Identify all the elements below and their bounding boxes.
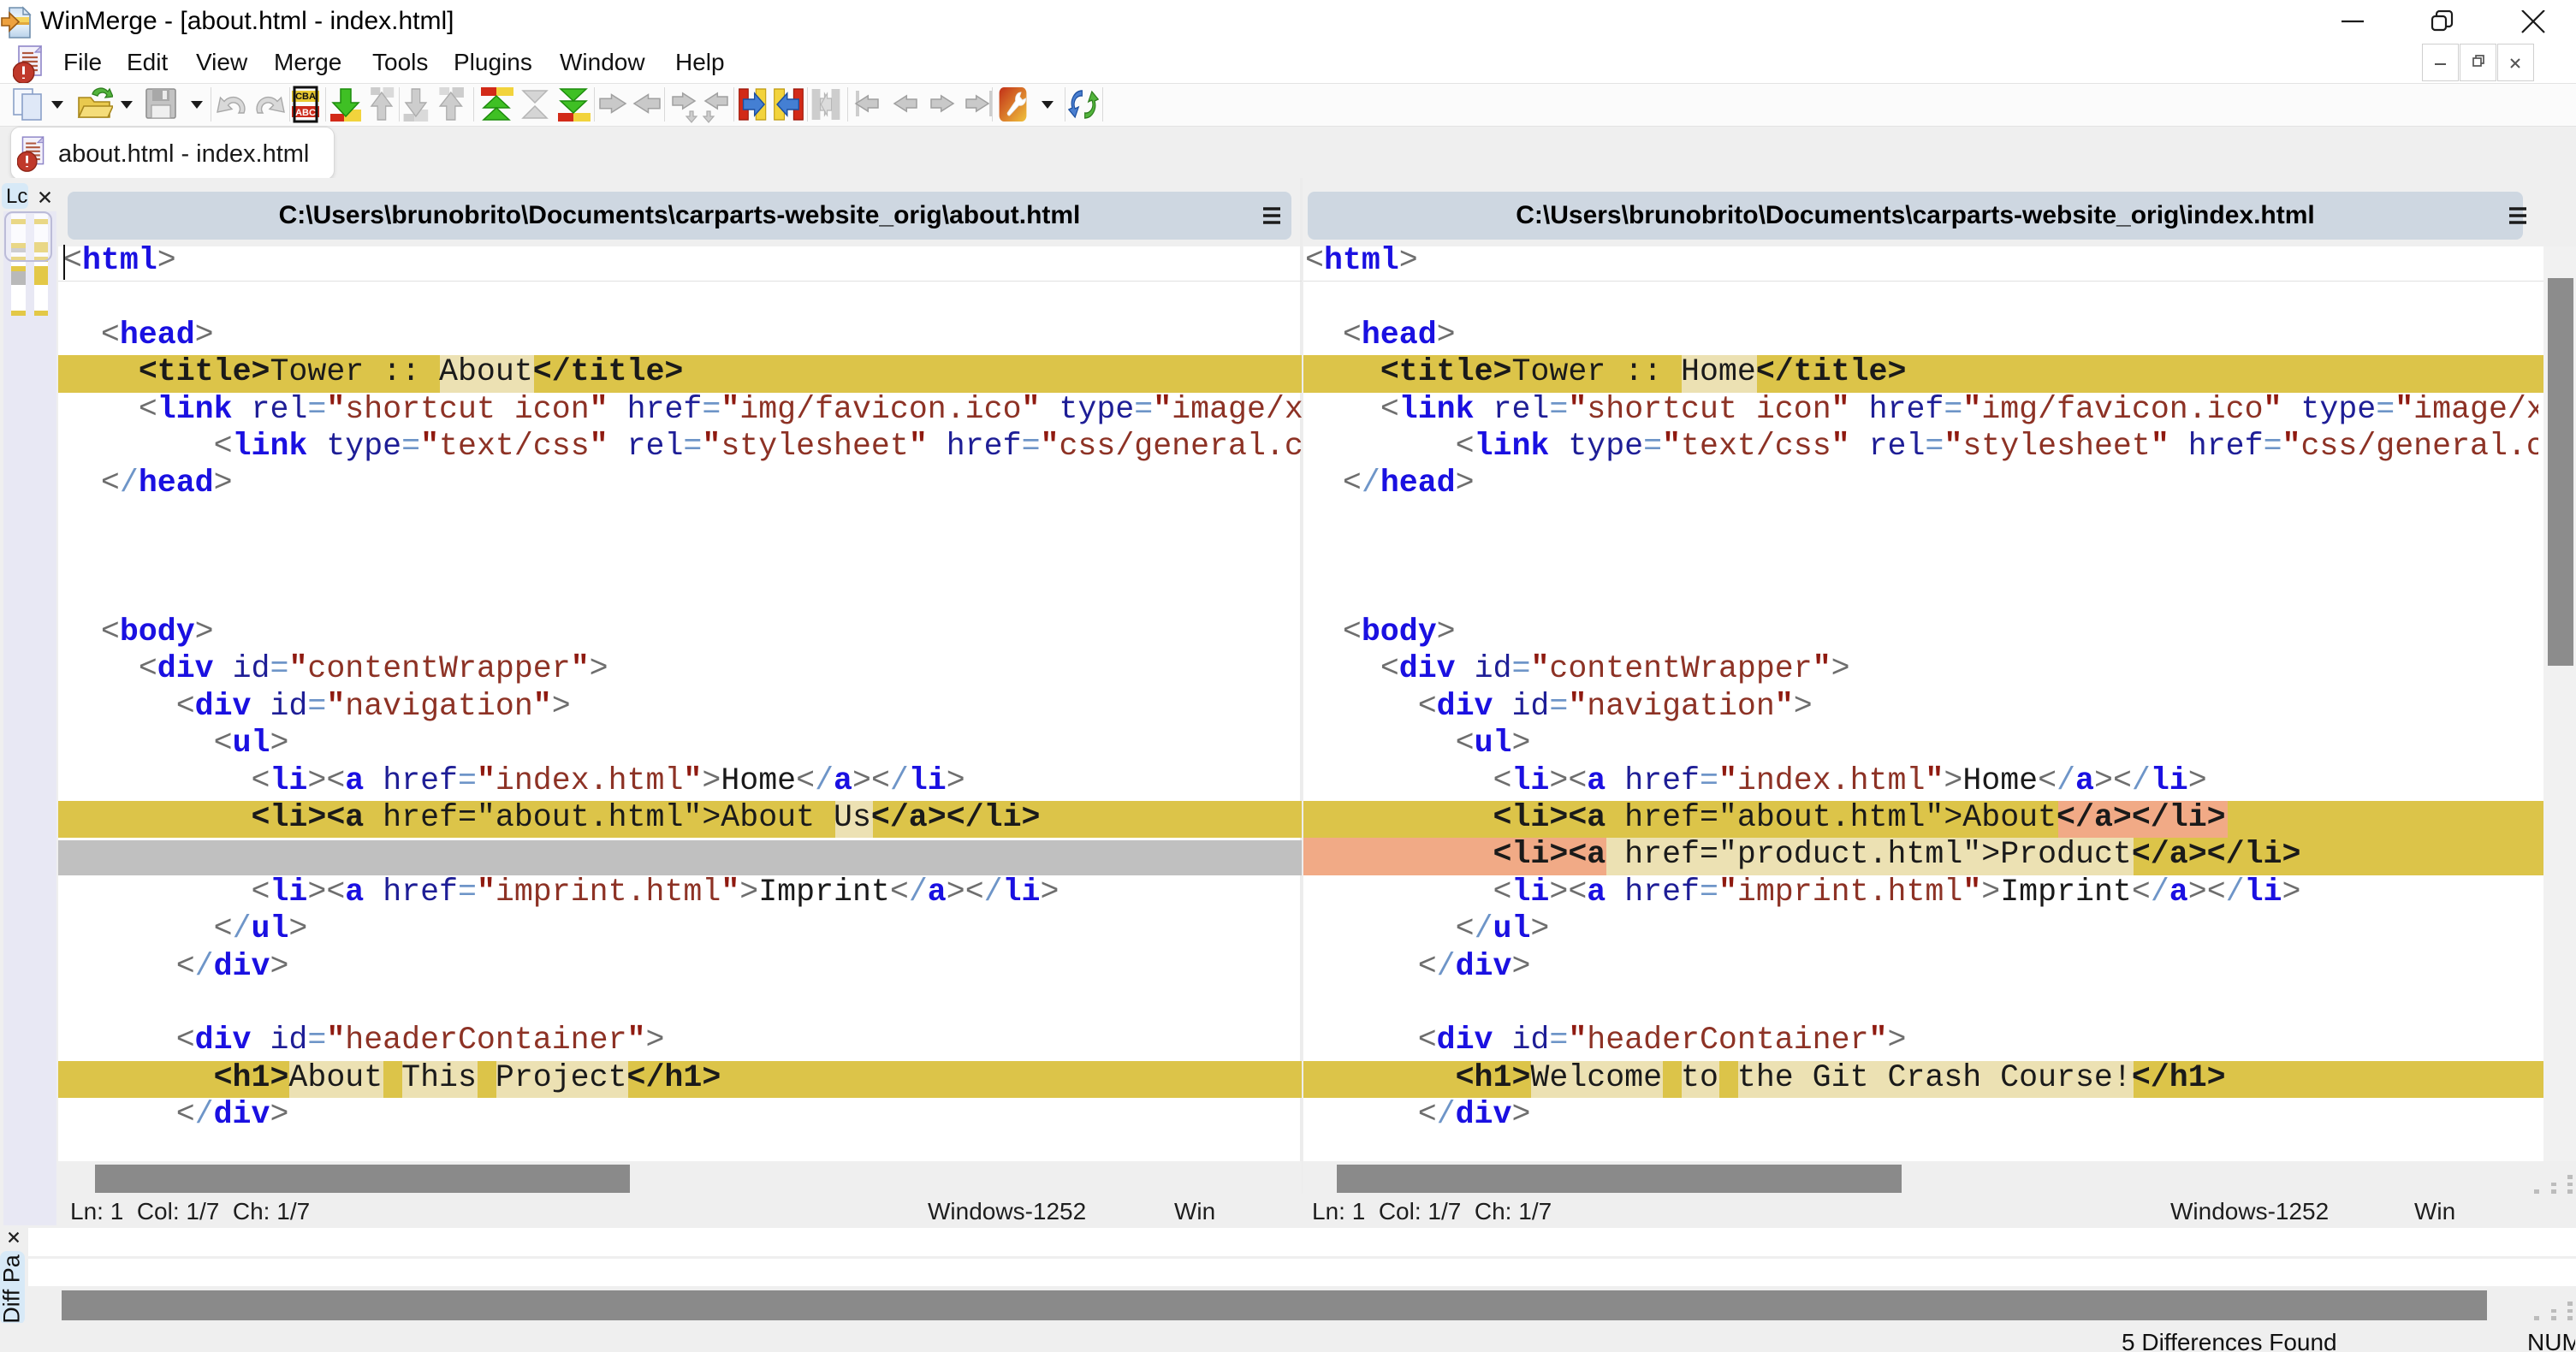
svg-text:CBA: CBA: [295, 92, 316, 102]
svg-text:ABC: ABC: [295, 108, 316, 118]
